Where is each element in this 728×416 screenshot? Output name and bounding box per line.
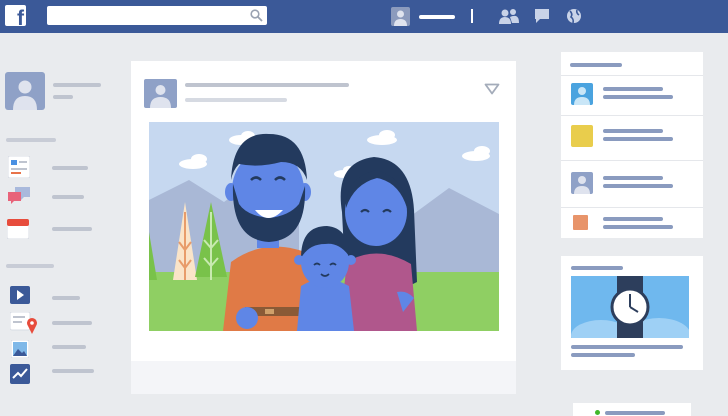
sidebar-section-heading (6, 138, 56, 142)
friends-icon[interactable] (498, 7, 520, 25)
search-icon[interactable] (250, 9, 263, 22)
sidebar-profile-avatar[interactable] (5, 72, 45, 110)
sidebar-item-label (52, 166, 88, 170)
sidebar-item-label (52, 369, 94, 373)
reminder-heading (571, 266, 623, 270)
suggestion-thumbnail (571, 172, 593, 194)
calendar-icon (7, 219, 29, 239)
post-author-avatar[interactable] (144, 79, 177, 108)
reminder-text-line (571, 345, 683, 349)
photos-icon (11, 340, 29, 358)
search-input[interactable] (47, 6, 267, 25)
location-pin-icon (10, 312, 37, 334)
divider (561, 207, 703, 208)
suggestion-thumbnail (571, 125, 593, 147)
chat-bubbles-icon (8, 187, 30, 204)
topbar-divider (471, 9, 473, 23)
sidebar-item-label (52, 321, 92, 325)
messages-icon[interactable] (533, 7, 551, 25)
post-menu-chevron-icon[interactable] (484, 83, 500, 95)
suggestion-title (603, 87, 663, 91)
suggestion-subtext (603, 137, 673, 141)
divider (561, 75, 703, 76)
right-partial-card (573, 403, 691, 416)
suggestion-title (603, 129, 663, 133)
notifications-globe-icon[interactable] (565, 7, 583, 25)
news-feed-icon (8, 156, 30, 178)
suggestion-thumbnail (573, 215, 588, 230)
suggestion-title (603, 217, 663, 221)
suggestion-title (603, 176, 663, 180)
sidebar-item-label (52, 195, 84, 199)
suggestion-thumbnail (571, 83, 593, 105)
suggestion-subtext (603, 184, 673, 188)
divider (561, 115, 703, 116)
suggestions-heading (570, 63, 622, 67)
profile-avatar[interactable] (391, 7, 410, 26)
right-reminder-card (561, 256, 703, 370)
post-card (131, 61, 516, 394)
profile-name-placeholder[interactable] (419, 15, 455, 19)
sidebar-profile-name[interactable] (53, 83, 101, 87)
divider (561, 160, 703, 161)
sidebar-item-label (52, 296, 80, 300)
online-status-dot (595, 410, 600, 415)
reminder-text-line (571, 353, 635, 357)
suggestion-subtext (603, 225, 673, 229)
post-photo-family-illustration[interactable] (149, 122, 499, 331)
facebook-logo[interactable]: f (5, 5, 26, 26)
sidebar-item-label (52, 227, 92, 231)
sidebar-profile-subtext (53, 95, 73, 99)
reminder-image[interactable] (571, 276, 689, 338)
video-icon (10, 286, 30, 304)
post-footer-action-bar (131, 361, 516, 394)
post-timestamp (185, 98, 287, 102)
right-suggestions-card (561, 52, 703, 238)
post-author-name[interactable] (185, 83, 349, 87)
insights-icon (10, 364, 30, 384)
suggestion-subtext (603, 95, 673, 99)
top-navigation-bar: f (0, 0, 728, 33)
partial-card-text-line (605, 411, 665, 415)
sidebar-section-heading (6, 264, 54, 268)
sidebar-item-label (52, 345, 86, 349)
